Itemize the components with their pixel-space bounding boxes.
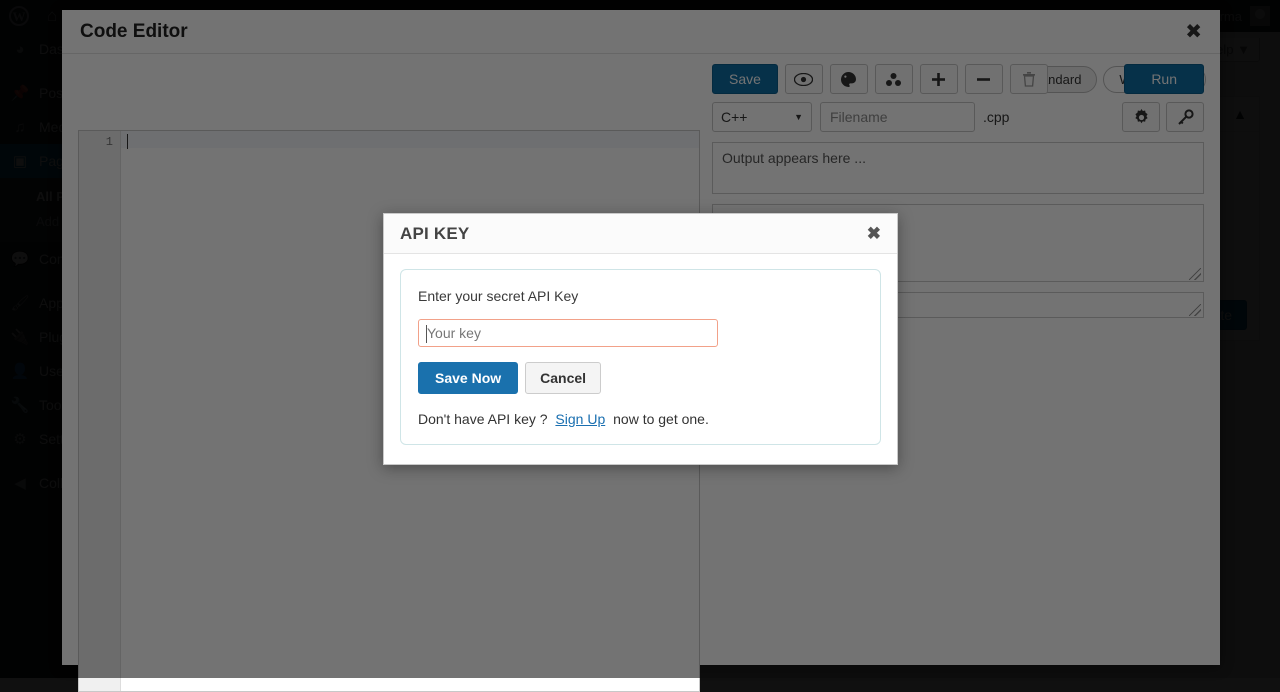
api-key-label: Enter your secret API Key bbox=[418, 288, 863, 304]
api-key-dialog: API KEY ✖ Enter your secret API Key Your… bbox=[383, 213, 898, 465]
api-key-footer: Don't have API key ? Sign Up now to get … bbox=[418, 411, 863, 427]
sign-up-link[interactable]: Sign Up bbox=[555, 411, 605, 427]
footer-suffix-text: now to get one. bbox=[613, 411, 709, 427]
api-key-dialog-title: API KEY bbox=[400, 224, 469, 244]
close-icon[interactable]: ✖ bbox=[867, 225, 881, 242]
api-key-input-placeholder: Your key bbox=[427, 325, 481, 341]
save-now-button[interactable]: Save Now bbox=[418, 362, 518, 394]
footer-prefix-text: Don't have API key ? bbox=[418, 411, 548, 427]
text-caret bbox=[426, 325, 427, 343]
api-key-input[interactable]: Your key bbox=[418, 319, 718, 347]
api-key-dialog-body: Enter your secret API Key Your key Save … bbox=[384, 254, 897, 464]
api-key-panel: Enter your secret API Key Your key Save … bbox=[400, 269, 881, 445]
api-key-actions: Save Now Cancel bbox=[418, 362, 863, 394]
api-key-dialog-header: API KEY ✖ bbox=[384, 214, 897, 254]
cancel-button[interactable]: Cancel bbox=[525, 362, 601, 394]
